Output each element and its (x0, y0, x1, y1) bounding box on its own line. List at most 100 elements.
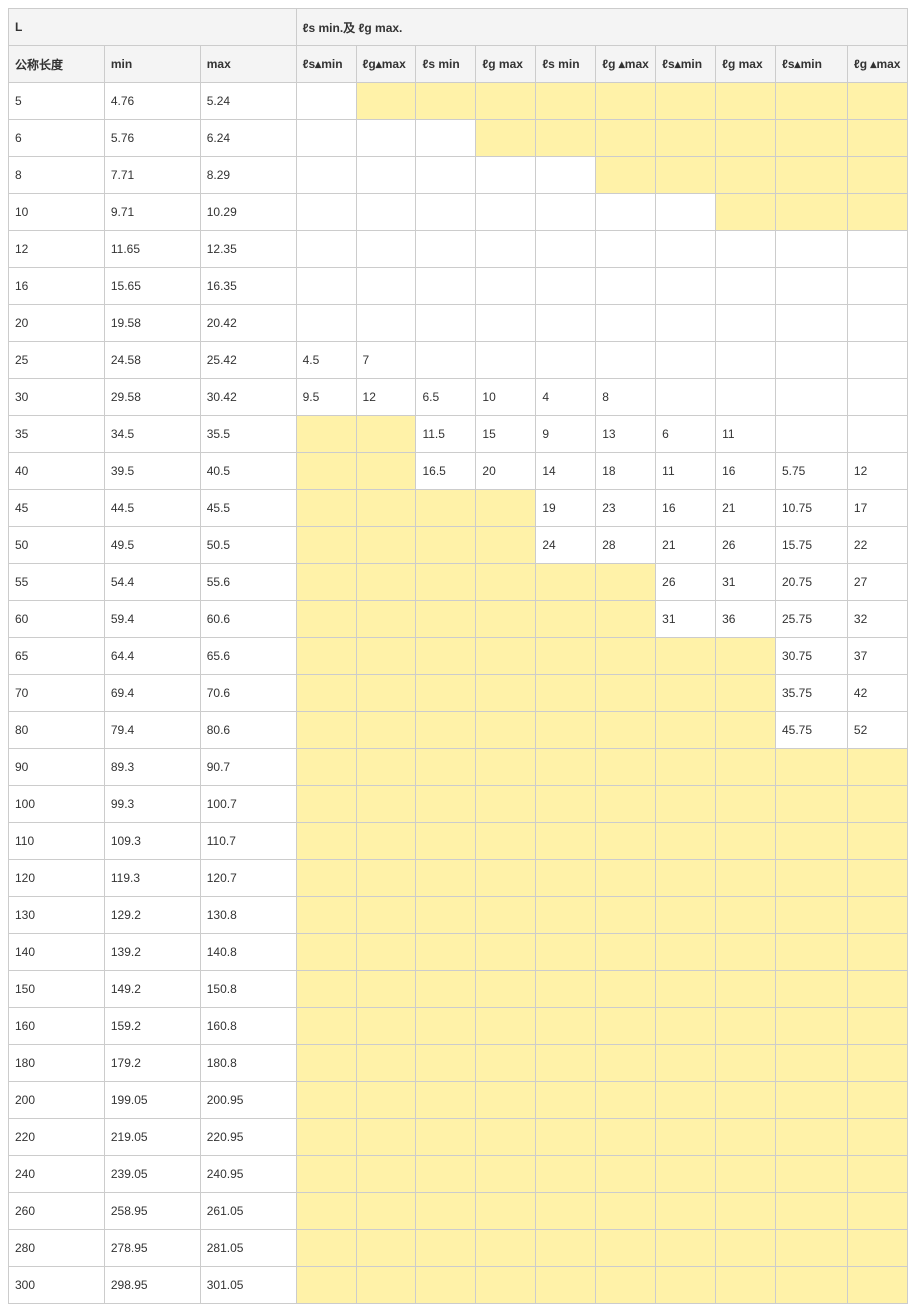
cell: 9.71 (104, 194, 200, 231)
cell (776, 157, 848, 194)
table-row: 109.7110.29 (9, 194, 908, 231)
table-row: 2019.5820.42 (9, 305, 908, 342)
cell (416, 1045, 476, 1082)
cell: 258.95 (104, 1193, 200, 1230)
cell (596, 83, 656, 120)
cell (476, 1230, 536, 1267)
cell: 42 (847, 675, 907, 712)
cell (536, 749, 596, 786)
cell: 26 (716, 527, 776, 564)
cell (716, 786, 776, 823)
cell (656, 1230, 716, 1267)
cell (716, 342, 776, 379)
cell: 18 (596, 453, 656, 490)
cell (296, 564, 356, 601)
cell (296, 120, 356, 157)
cell (536, 268, 596, 305)
cell (847, 1193, 907, 1230)
cell: 80 (9, 712, 105, 749)
table-row: 10099.3100.7 (9, 786, 908, 823)
table-row: 110109.3110.7 (9, 823, 908, 860)
cell (296, 897, 356, 934)
cell: 140 (9, 934, 105, 971)
cell (596, 194, 656, 231)
cell (656, 1119, 716, 1156)
cell (476, 83, 536, 120)
cell (847, 416, 907, 453)
cell: 110.7 (200, 823, 296, 860)
cell (596, 934, 656, 971)
cell (416, 638, 476, 675)
cell (656, 1267, 716, 1304)
cell: 35 (9, 416, 105, 453)
cell (536, 601, 596, 638)
cell (656, 675, 716, 712)
cell (716, 971, 776, 1008)
cell: 35.5 (200, 416, 296, 453)
cell: 32 (847, 601, 907, 638)
cell (476, 1082, 536, 1119)
cell (536, 194, 596, 231)
cell (656, 823, 716, 860)
table-row: 6059.460.6313625.7532 (9, 601, 908, 638)
table-row: 260258.95261.05 (9, 1193, 908, 1230)
cell: 15.75 (776, 527, 848, 564)
cell (656, 120, 716, 157)
cell (716, 934, 776, 971)
col-header-0: 公称长度 (9, 46, 105, 83)
cell (356, 1230, 416, 1267)
cell (296, 1193, 356, 1230)
cell (416, 157, 476, 194)
cell: 139.2 (104, 934, 200, 971)
cell: 11.5 (416, 416, 476, 453)
cell: 30.42 (200, 379, 296, 416)
cell: 22 (847, 527, 907, 564)
table-row: 4039.540.516.520141811165.7512 (9, 453, 908, 490)
cell (596, 897, 656, 934)
cell (416, 527, 476, 564)
cell: 10.75 (776, 490, 848, 527)
cell: 200 (9, 1082, 105, 1119)
cell: 49.5 (104, 527, 200, 564)
cell: 40 (9, 453, 105, 490)
cell: 180.8 (200, 1045, 296, 1082)
cell (536, 638, 596, 675)
cell (476, 934, 536, 971)
cell (416, 934, 476, 971)
cell (296, 1156, 356, 1193)
cell (416, 823, 476, 860)
table-row: 150149.2150.8 (9, 971, 908, 1008)
cell: 10 (9, 194, 105, 231)
cell: 30 (9, 379, 105, 416)
cell (716, 1193, 776, 1230)
cell (476, 490, 536, 527)
cell (716, 1267, 776, 1304)
cell (416, 342, 476, 379)
cell (356, 1267, 416, 1304)
table-row: 1615.6516.35 (9, 268, 908, 305)
cell (296, 749, 356, 786)
cell (716, 1082, 776, 1119)
cell: 109.3 (104, 823, 200, 860)
cell (656, 305, 716, 342)
cell (596, 305, 656, 342)
cell (847, 83, 907, 120)
cell (716, 1008, 776, 1045)
cell (536, 860, 596, 897)
cell (296, 823, 356, 860)
table-row: 3029.5830.429.5126.51048 (9, 379, 908, 416)
cell: 239.05 (104, 1156, 200, 1193)
cell: 12 (356, 379, 416, 416)
cell (476, 675, 536, 712)
cell (847, 1119, 907, 1156)
cell: 65 (9, 638, 105, 675)
table-row: 5049.550.52428212615.7522 (9, 527, 908, 564)
cell (356, 564, 416, 601)
cell (476, 120, 536, 157)
cell: 5.24 (200, 83, 296, 120)
col-header-6: ℓg max (476, 46, 536, 83)
cell (536, 83, 596, 120)
cell: 36 (716, 601, 776, 638)
cell (536, 305, 596, 342)
cell: 64.4 (104, 638, 200, 675)
